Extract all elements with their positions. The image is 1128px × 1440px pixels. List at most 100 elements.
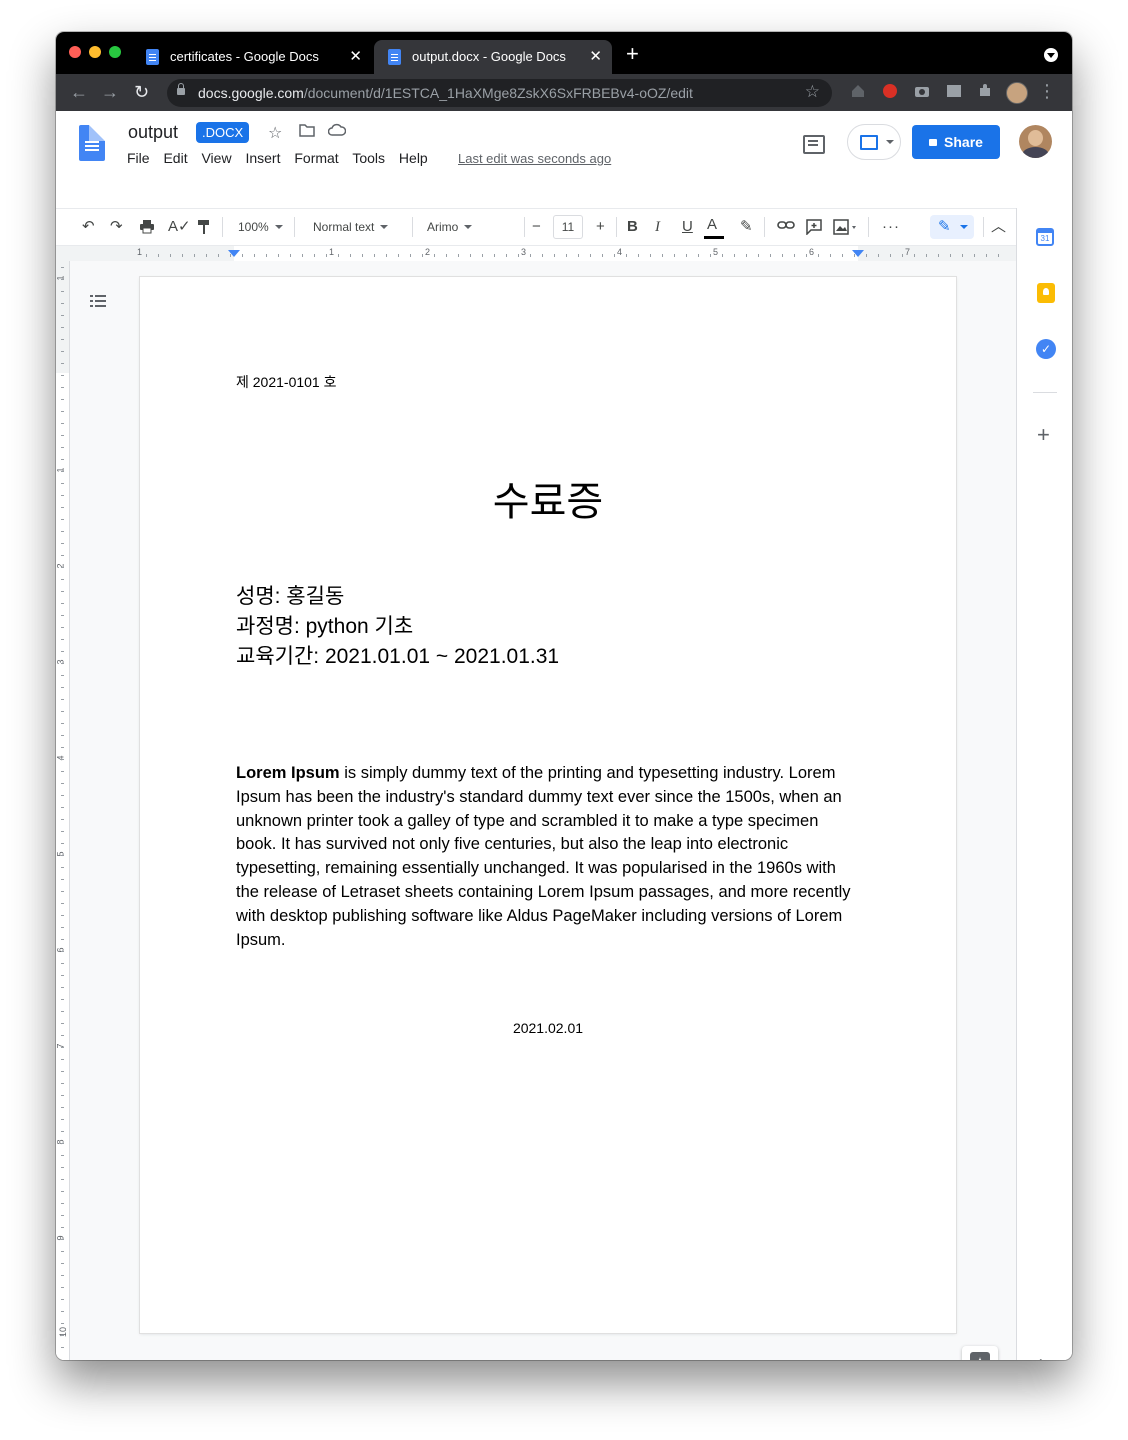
ruler-tick <box>242 254 243 257</box>
minimize-window-button[interactable] <box>89 46 101 58</box>
ruler-label: 1 <box>329 247 335 257</box>
share-button[interactable]: Share <box>912 125 1000 159</box>
forward-icon[interactable]: → <box>101 82 119 102</box>
calendar-icon[interactable]: 31 <box>1036 228 1054 246</box>
ruler-tick <box>61 771 64 772</box>
maximize-window-button[interactable] <box>109 46 121 58</box>
editing-mode-button[interactable] <box>930 215 974 239</box>
menu-format[interactable]: Format <box>294 150 338 166</box>
menu-edit[interactable]: Edit <box>163 150 187 166</box>
extension-red-icon[interactable] <box>882 83 898 99</box>
ruler-tick <box>350 254 351 257</box>
horizontal-ruler[interactable]: 1 1 2 3 4 5 6 7 <box>56 245 1016 262</box>
ruler-tick <box>61 1047 64 1048</box>
insert-image-icon[interactable] <box>833 219 859 239</box>
spellcheck-icon[interactable]: A✓ <box>168 219 191 235</box>
document-page[interactable]: 제 2021-0101 호 수료증 성명: 홍길동 과정명: python 기초… <box>140 277 956 1333</box>
puzzle-extensions-icon[interactable] <box>977 83 993 99</box>
increase-font-size-icon[interactable]: + <box>596 219 605 235</box>
tasks-icon[interactable]: ✓ <box>1036 339 1056 359</box>
font-size-input[interactable]: 11 <box>553 215 583 239</box>
menu-file[interactable]: File <box>127 150 150 166</box>
insert-link-icon[interactable] <box>777 219 795 235</box>
toolbar-divider <box>222 217 223 237</box>
zoom-select[interactable]: 100% <box>238 220 283 234</box>
get-addons-icon[interactable]: + <box>1037 424 1050 446</box>
last-edit-link[interactable]: Last edit was seconds ago <box>458 151 611 166</box>
browser-menu-icon[interactable]: ⋮ <box>1038 82 1056 100</box>
tab-bar: certificates - Google Docs ✕ output.docx… <box>56 32 1072 74</box>
print-icon[interactable] <box>139 219 155 238</box>
menu-view[interactable]: View <box>201 150 231 166</box>
present-button[interactable] <box>847 124 901 160</box>
ruler-tick <box>61 843 64 844</box>
close-window-button[interactable] <box>69 46 81 58</box>
more-options-icon[interactable]: ··· <box>882 219 900 235</box>
back-icon[interactable]: ← <box>70 82 88 102</box>
docs-logo-icon[interactable] <box>79 125 105 161</box>
ruler-tick <box>61 495 64 496</box>
certificate-title: 수료증 <box>492 480 604 524</box>
url-host: docs.google.com <box>198 85 304 101</box>
add-comment-icon[interactable] <box>806 219 822 239</box>
ruler-tick <box>61 747 64 748</box>
ruler-tick <box>61 303 64 304</box>
ruler-tick <box>362 254 363 257</box>
ruler-tick <box>61 987 64 988</box>
ruler-tick <box>61 1287 64 1288</box>
account-avatar[interactable] <box>1019 125 1052 158</box>
close-tab-icon[interactable]: ✕ <box>589 47 602 65</box>
menu-help[interactable]: Help <box>399 150 428 166</box>
text-color-icon[interactable]: A <box>703 216 725 239</box>
document-title[interactable]: output <box>128 122 178 143</box>
tab-output[interactable]: output.docx - Google Docs ✕ <box>374 40 612 74</box>
home-extension-icon[interactable] <box>850 83 866 99</box>
show-side-panel-icon[interactable]: › <box>1039 1352 1045 1360</box>
ruler-tick <box>902 254 903 257</box>
move-folder-icon[interactable] <box>299 123 315 142</box>
ruler-tick <box>61 735 64 736</box>
document-outline-icon[interactable] <box>90 294 106 308</box>
new-tab-button[interactable]: + <box>626 43 639 65</box>
camera-extension-icon[interactable] <box>914 83 930 99</box>
bookmark-star-icon[interactable]: ☆ <box>805 82 820 102</box>
vertical-ruler[interactable]: 1 1 2 3 4 5 6 7 8 9 10 <box>56 261 70 1360</box>
redo-icon[interactable]: ↷ <box>110 219 123 235</box>
ruler-tick <box>61 339 64 340</box>
ruler-tick <box>410 254 411 257</box>
paint-format-icon[interactable] <box>197 219 211 239</box>
ruler-tick <box>542 254 543 257</box>
ruler-tick <box>61 1275 64 1276</box>
address-bar: ← → ↻ docs.google.com/document/d/1ESTCA_… <box>56 74 1072 111</box>
ruler-tick <box>578 254 579 257</box>
ruler-tick <box>61 1263 64 1264</box>
ruler-right-margin <box>858 246 1016 261</box>
keep-icon[interactable] <box>1037 283 1055 303</box>
url-input[interactable]: docs.google.com/document/d/1ESTCA_1HaXMg… <box>167 79 832 107</box>
profile-avatar[interactable] <box>1006 82 1028 104</box>
ruler-tick <box>61 1143 64 1144</box>
explore-button[interactable] <box>962 1346 998 1360</box>
screenshot-extension-icon[interactable] <box>946 83 962 99</box>
reload-icon[interactable]: ↻ <box>134 82 149 102</box>
underline-icon[interactable]: U <box>682 219 693 235</box>
ruler-tick <box>158 254 159 257</box>
cloud-status-icon[interactable] <box>327 123 347 142</box>
tab-certificates[interactable]: certificates - Google Docs ✕ <box>132 40 372 74</box>
menu-tools[interactable]: Tools <box>352 150 385 166</box>
italic-icon[interactable]: I <box>655 219 660 235</box>
bold-icon[interactable]: B <box>627 219 638 235</box>
ruler-tick <box>61 1035 64 1036</box>
menu-insert[interactable]: Insert <box>245 150 280 166</box>
close-tab-icon[interactable]: ✕ <box>349 47 362 65</box>
tab-search-icon[interactable] <box>1044 48 1058 62</box>
ruler-tick <box>61 783 64 784</box>
collapse-menus-icon[interactable]: ︿ <box>991 219 1006 235</box>
comment-history-icon[interactable] <box>803 135 825 154</box>
undo-icon[interactable]: ↶ <box>82 219 95 235</box>
decrease-font-size-icon[interactable]: − <box>532 219 541 235</box>
highlight-color-icon[interactable]: ✎ <box>740 219 753 235</box>
star-icon[interactable]: ☆ <box>268 123 282 143</box>
style-select[interactable]: Normal text <box>313 220 389 234</box>
font-select[interactable]: Arimo <box>427 220 473 234</box>
